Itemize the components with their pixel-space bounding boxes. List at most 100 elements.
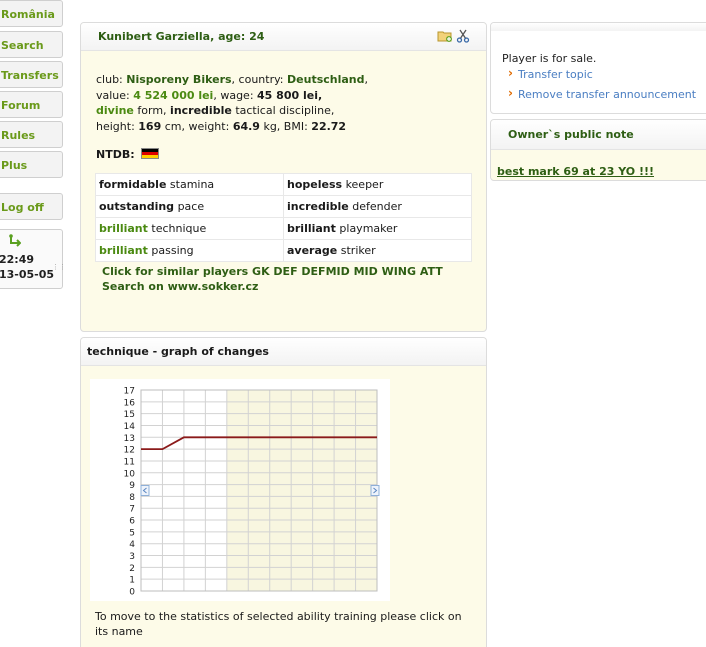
skill-cell: average striker — [283, 239, 472, 262]
y-tick-label: 17 — [124, 387, 135, 397]
y-tick-label: 3 — [129, 552, 135, 562]
form-level: divine — [96, 104, 134, 117]
skill-level: brilliant — [99, 244, 148, 257]
player-tools — [437, 29, 471, 46]
skill-level: hopeless — [287, 178, 343, 191]
technique-chart: 01234567891011121314151617 — [124, 387, 380, 598]
bmi-label: kg, BMI: — [263, 119, 308, 133]
skill-level: brilliant — [99, 222, 148, 235]
form-label: form, — [137, 104, 167, 117]
y-tick-label: 12 — [124, 446, 135, 456]
y-tick-label: 13 — [124, 434, 135, 444]
germany-flag-icon[interactable] — [141, 148, 160, 159]
y-tick-label: 4 — [129, 540, 135, 550]
y-tick-label: 5 — [129, 528, 135, 538]
country-label: , country: — [231, 73, 284, 86]
y-tick-label: 8 — [129, 493, 135, 503]
similar-players-link[interactable]: Click for similar players GK DEF DEFMID … — [102, 264, 443, 279]
player-bmi: 22.72 — [311, 119, 347, 133]
folder-add-icon[interactable] — [437, 31, 457, 46]
top-strip — [80, 0, 706, 6]
clock-time: 22:49 — [0, 253, 35, 266]
skill-name[interactable]: playmaker — [339, 222, 397, 235]
y-tick-label: 0 — [129, 588, 135, 598]
skills-table: formidable stamina hopeless keeper outstan… — [95, 173, 472, 262]
player-wage: 45 800 lei — [257, 88, 318, 102]
player-panel: Kunibert Garziella, age: 24 club: Nispor… — [80, 22, 487, 332]
y-tick-label: 7 — [129, 505, 135, 515]
y-tick-label: 14 — [124, 422, 136, 432]
skill-name[interactable]: keeper — [346, 178, 384, 191]
value-label: value: — [96, 88, 130, 102]
skill-cell: outstanding pace — [95, 195, 284, 218]
nav-item-3[interactable]: Forum — [0, 91, 63, 118]
sokker-search-link[interactable]: Search on www.sokker.cz — [102, 279, 443, 294]
nav-item-6[interactable]: Log off — [0, 193, 63, 220]
club-label: club: — [96, 73, 123, 86]
y-tick-label: 11 — [124, 457, 135, 467]
sale-status: Player is for sale. — [502, 52, 597, 65]
nav-item-4[interactable]: Rules — [0, 121, 63, 148]
public-note-text[interactable]: best mark 69 at 23 YO !!! — [497, 165, 654, 178]
nav-item-2[interactable]: Transfers — [0, 61, 63, 88]
player-info: club: Nisporeny Bikers, country: Deutsch… — [96, 73, 368, 133]
skill-name[interactable]: striker — [341, 244, 376, 257]
scissors-icon[interactable] — [456, 29, 470, 46]
skill-cell: hopeless keeper — [283, 173, 472, 196]
graph-title: technique - graph of changes — [81, 338, 486, 366]
skills-row: outstanding pace incredible defender — [95, 195, 472, 218]
transfer-arrows-icon — [7, 234, 22, 251]
skill-level: brilliant — [287, 222, 336, 235]
player-value: 4 524 000 lei — [133, 88, 214, 102]
weight-label: cm, weight: — [164, 119, 230, 133]
player-height: 169 — [138, 119, 162, 133]
chart-area: 0 1 2 3 4 5 6 7 8 9 10 11 12 13 14 15 16 17 — [90, 379, 390, 601]
nav-item-5[interactable]: Plus — [0, 151, 63, 178]
y-tick-label: 1 — [129, 576, 135, 586]
skill-name[interactable]: stamina — [170, 178, 214, 191]
transfer-topic-link[interactable]: Transfer topic — [508, 66, 593, 81]
skill-level: outstanding — [99, 200, 175, 213]
club-link[interactable]: Nisporeny Bikers — [126, 73, 231, 86]
player-weight: 64.9 — [232, 119, 260, 133]
wage-label: , wage: — [213, 88, 254, 102]
discipline-level: incredible — [170, 104, 232, 117]
country-link[interactable]: Deutschland — [287, 73, 364, 86]
sale-panel-header — [491, 23, 706, 31]
y-tick-label: 9 — [129, 481, 135, 491]
remove-transfer-link[interactable]: Remove transfer announcement — [508, 86, 696, 101]
sale-panel: Player is for sale. Transfer topic Remov… — [490, 22, 706, 114]
player-links: Click for similar players GK DEF DEFMID … — [102, 264, 443, 294]
skill-name[interactable]: pace — [178, 200, 205, 213]
skills-row: brilliant technique brilliant playmaker — [95, 217, 472, 240]
height-label: height: — [96, 119, 135, 133]
graph-footer-note: To move to the statistics of selected ab… — [95, 610, 462, 638]
skills-row: brilliant passing average striker — [95, 239, 472, 262]
ntdb-row: NTDB: — [96, 148, 160, 161]
skills-row: formidable stamina hopeless keeper — [95, 173, 472, 196]
skill-level: formidable — [99, 178, 167, 191]
nav-item-1[interactable]: Search — [0, 31, 63, 58]
resize-grip-icon[interactable]: ⋮⋮ — [52, 264, 66, 276]
y-tick-label: 15 — [124, 410, 135, 420]
public-note-title: Owner`s public note — [491, 120, 706, 150]
skill-cell: brilliant playmaker — [283, 217, 472, 240]
skill-cell: formidable stamina — [95, 173, 284, 196]
y-tick-label: 6 — [129, 517, 135, 527]
public-note-panel: Owner`s public note best mark 69 at 23 Y… — [490, 119, 706, 181]
server-clock: 22:49 13-05-05 ⋮⋮ — [0, 229, 66, 289]
skill-cell: incredible defender — [283, 195, 472, 218]
ntdb-label: NTDB: — [96, 148, 135, 161]
skill-name[interactable]: technique — [151, 222, 206, 235]
y-tick-label: 16 — [124, 398, 136, 408]
skill-name[interactable]: defender — [352, 200, 402, 213]
discipline-label: tactical discipline, — [235, 104, 335, 117]
clock-date: 13-05-05 — [0, 268, 55, 281]
skill-level: incredible — [287, 200, 349, 213]
scroll-right-button[interactable] — [370, 485, 380, 496]
skill-name[interactable]: passing — [151, 244, 193, 257]
scroll-left-button[interactable] — [140, 485, 150, 496]
player-name-age: Kunibert Garziella, age: 24 — [81, 23, 486, 51]
nav-item-0[interactable]: România — [0, 0, 63, 27]
skill-cell: brilliant passing — [95, 239, 284, 262]
